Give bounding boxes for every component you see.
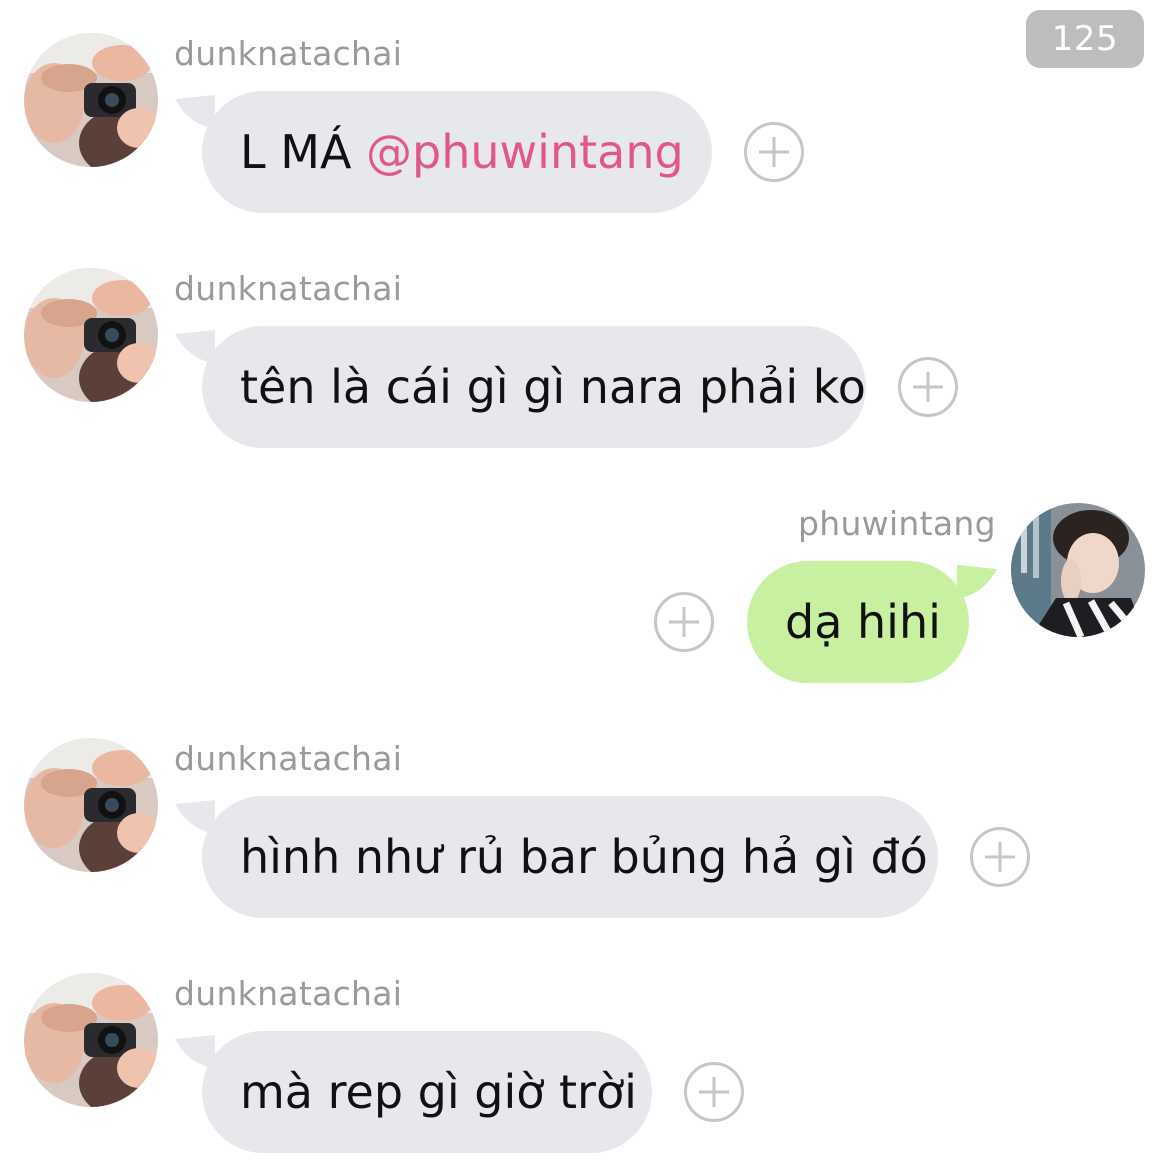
- message-bubble[interactable]: hình như rủ bar bủng hả gì đó: [202, 796, 938, 918]
- message-text: mà rep gì giờ trời: [240, 1065, 637, 1119]
- sender-name: phuwintang: [798, 504, 996, 543]
- message-bubble[interactable]: tên là cái gì gì nara phải ko: [202, 326, 866, 448]
- sender-name: dunknatachai: [174, 34, 403, 73]
- avatar-photo-icon: [24, 973, 158, 1107]
- avatar[interactable]: [24, 33, 158, 167]
- add-reaction-button[interactable]: [898, 357, 958, 417]
- add-reaction-button[interactable]: [684, 1062, 744, 1122]
- message-text: hình như rủ bar bủng hả gì đó: [240, 830, 928, 884]
- sender-name: dunknatachai: [174, 974, 403, 1013]
- add-reaction-button[interactable]: [970, 827, 1030, 887]
- avatar[interactable]: [24, 973, 158, 1107]
- message-bubble[interactable]: mà rep gì giờ trời: [202, 1031, 652, 1153]
- add-reaction-button[interactable]: [744, 122, 804, 182]
- message-text: L MÁ: [240, 125, 367, 179]
- avatar-photo-icon: [24, 33, 158, 167]
- message-text: dạ hihi: [785, 595, 941, 649]
- sender-name: dunknatachai: [174, 269, 403, 308]
- avatar[interactable]: [24, 738, 158, 872]
- user-mention-link[interactable]: @phuwintang: [366, 125, 684, 179]
- message-bubble[interactable]: dạ hihi: [747, 561, 969, 683]
- avatar[interactable]: [24, 268, 158, 402]
- avatar-photo-icon: [24, 738, 158, 872]
- avatar-photo-icon: [1011, 503, 1145, 637]
- message-bubble[interactable]: L MÁ @phuwintang: [202, 91, 712, 213]
- sender-name: dunknatachai: [174, 739, 403, 778]
- add-reaction-button[interactable]: [654, 592, 714, 652]
- message-text: tên là cái gì gì nara phải ko: [240, 360, 866, 414]
- avatar-photo-icon: [24, 268, 158, 402]
- avatar[interactable]: [1011, 503, 1145, 637]
- reaction-count-badge[interactable]: 125 joy: [1026, 10, 1144, 117]
